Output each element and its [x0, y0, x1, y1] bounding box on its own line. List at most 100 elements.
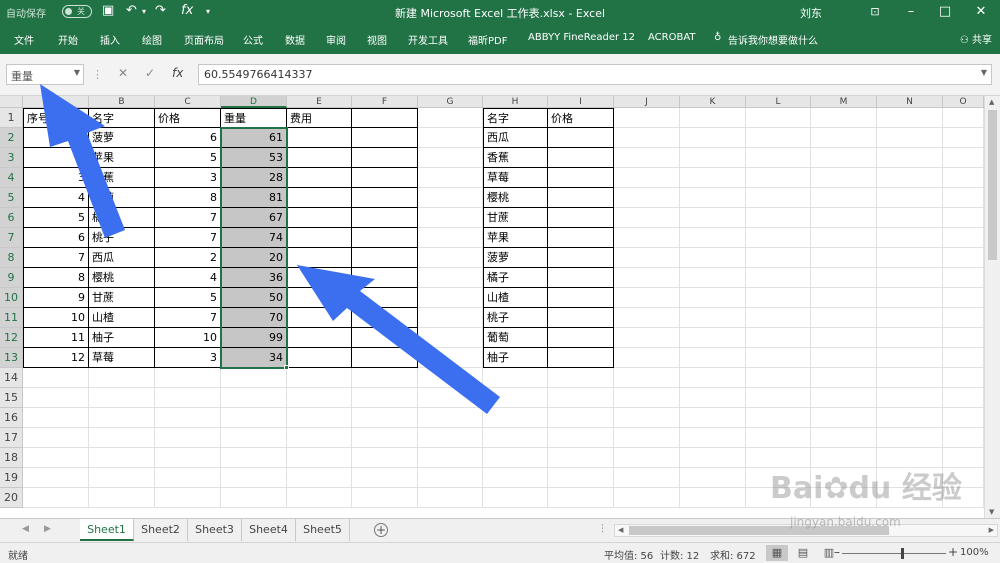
cell[interactable] [614, 408, 680, 428]
cell[interactable] [155, 448, 221, 468]
cell[interactable] [680, 468, 746, 488]
cell[interactable] [943, 328, 984, 348]
save-icon[interactable]: ▣ [102, 3, 114, 18]
tab-split-handle[interactable]: ⋮ [598, 524, 607, 534]
cell[interactable] [680, 448, 746, 468]
table-cell[interactable]: 7 [23, 248, 89, 268]
table-cell[interactable]: 苹果 [89, 148, 155, 168]
cell[interactable] [943, 128, 984, 148]
cell[interactable] [811, 468, 877, 488]
table-cell[interactable] [352, 168, 418, 188]
table-cell[interactable]: 5 [23, 208, 89, 228]
table-cell[interactable]: 99 [221, 328, 287, 348]
table-header-cell[interactable]: 名字 [89, 108, 155, 128]
tab-formulas[interactable]: 公式 [243, 32, 263, 47]
table-header-cell[interactable]: 名字 [483, 108, 548, 128]
cell[interactable] [680, 488, 746, 508]
scroll-up-icon[interactable]: ▲ [989, 98, 994, 106]
zoom-out-icon[interactable]: – [834, 545, 840, 559]
cell[interactable] [155, 488, 221, 508]
cell[interactable] [943, 428, 984, 448]
cell[interactable] [155, 428, 221, 448]
share-button[interactable]: ⚇ 共享 [960, 31, 992, 46]
sheet-tab-sheet1[interactable]: Sheet1 [80, 519, 134, 541]
cell[interactable] [680, 228, 746, 248]
table-cell[interactable]: 5 [155, 288, 221, 308]
tell-me-search[interactable]: 告诉我你想要做什么 [728, 32, 818, 47]
cell[interactable] [418, 408, 483, 428]
cell[interactable] [483, 448, 548, 468]
table-cell[interactable] [352, 228, 418, 248]
table-cell[interactable]: 4 [23, 188, 89, 208]
cell[interactable] [418, 308, 483, 328]
cell[interactable] [221, 468, 287, 488]
cell[interactable] [943, 148, 984, 168]
sheet-tab-sheet5[interactable]: Sheet5 [296, 519, 350, 541]
sheet-tab-sheet2[interactable]: Sheet2 [134, 519, 188, 541]
cell[interactable] [89, 448, 155, 468]
horizontal-scroll-thumb[interactable] [629, 526, 889, 535]
cell[interactable] [811, 348, 877, 368]
table-cell[interactable] [548, 288, 614, 308]
cell[interactable] [483, 468, 548, 488]
tab-page-layout[interactable]: 页面布局 [184, 32, 224, 47]
normal-view-icon[interactable]: ▦ [766, 545, 788, 561]
cell[interactable] [811, 488, 877, 508]
cell[interactable] [811, 308, 877, 328]
cell[interactable] [287, 488, 352, 508]
cell[interactable] [746, 428, 811, 448]
table-cell[interactable]: 10 [155, 328, 221, 348]
table-cell[interactable]: 53 [221, 148, 287, 168]
table-cell[interactable]: 10 [23, 308, 89, 328]
status-count[interactable]: 计数: 12 [660, 547, 699, 562]
insert-function-button[interactable]: fx [172, 66, 183, 80]
table-cell[interactable]: 葡萄 [89, 188, 155, 208]
prev-sheet-icon[interactable]: ◀ [22, 524, 29, 534]
cell[interactable] [614, 488, 680, 508]
insert-function-icon[interactable]: fx [181, 3, 193, 18]
cell[interactable] [811, 428, 877, 448]
cell[interactable] [943, 228, 984, 248]
table-cell[interactable]: 香蕉 [483, 148, 548, 168]
expand-formula-icon[interactable]: ▼ [981, 68, 987, 77]
cell[interactable] [680, 368, 746, 388]
table-cell[interactable]: 草莓 [483, 168, 548, 188]
table-cell[interactable]: 50 [221, 288, 287, 308]
table-header-cell[interactable]: 序号 [23, 108, 89, 128]
table-cell[interactable]: 香蕉 [89, 168, 155, 188]
cell[interactable] [943, 188, 984, 208]
column-header[interactable]: M [811, 96, 877, 108]
cell[interactable] [811, 368, 877, 388]
table-cell[interactable]: 柚子 [89, 328, 155, 348]
cell[interactable] [746, 468, 811, 488]
cell[interactable] [943, 448, 984, 468]
cell[interactable] [877, 248, 943, 268]
cell[interactable] [811, 388, 877, 408]
cell[interactable] [877, 428, 943, 448]
cell[interactable] [746, 488, 811, 508]
cell[interactable] [680, 148, 746, 168]
cell[interactable] [221, 388, 287, 408]
next-sheet-icon[interactable]: ▶ [44, 524, 51, 534]
scroll-down-icon[interactable]: ▼ [989, 508, 994, 516]
row-header[interactable]: 2 [0, 128, 23, 148]
table-cell[interactable] [352, 188, 418, 208]
table-cell[interactable]: 3 [155, 168, 221, 188]
cell[interactable] [680, 208, 746, 228]
ribbon-display-icon[interactable]: ⊡ [860, 2, 890, 22]
cell[interactable] [418, 228, 483, 248]
table-cell[interactable]: 桃子 [89, 228, 155, 248]
cell[interactable] [352, 388, 418, 408]
cell[interactable] [614, 268, 680, 288]
cell[interactable] [877, 148, 943, 168]
table-cell[interactable]: 西瓜 [89, 248, 155, 268]
cell[interactable] [877, 448, 943, 468]
cell[interactable] [418, 448, 483, 468]
cell[interactable] [943, 488, 984, 508]
formula-bar-grip[interactable]: ⋮ [92, 68, 103, 81]
table-cell[interactable] [548, 268, 614, 288]
cell[interactable] [746, 188, 811, 208]
table-header-cell[interactable]: 价格 [548, 108, 614, 128]
table-cell[interactable] [548, 308, 614, 328]
row-header[interactable]: 1 [0, 108, 23, 128]
